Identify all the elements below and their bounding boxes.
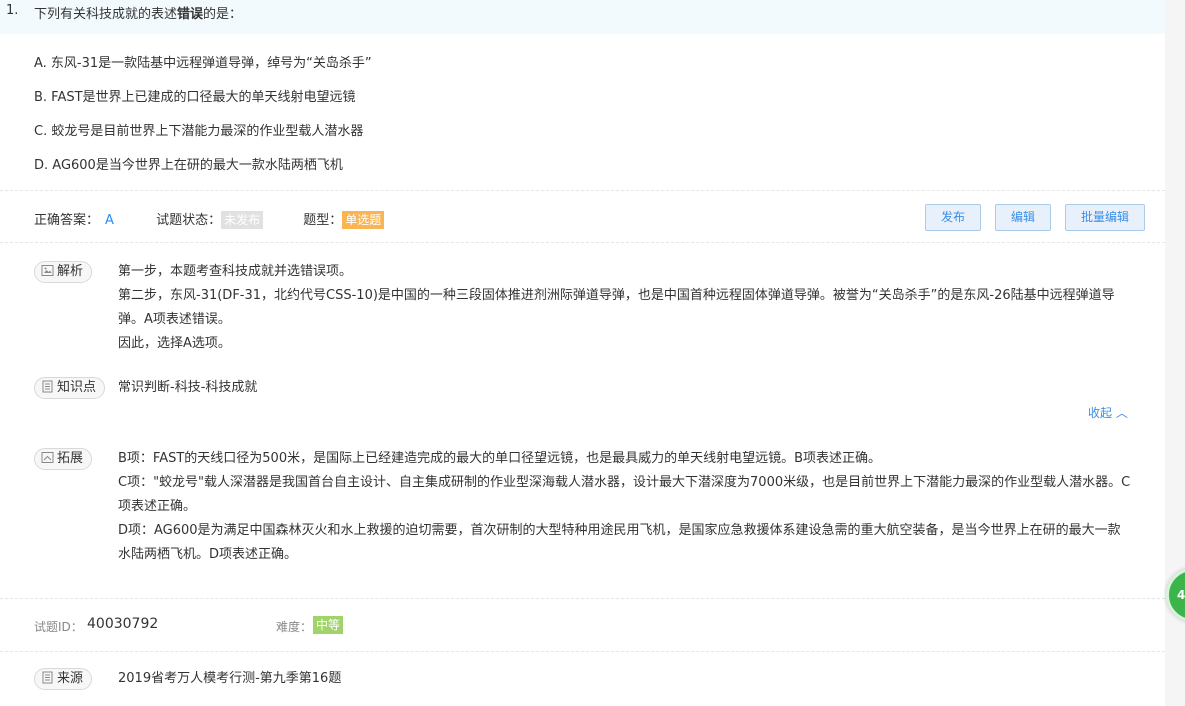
extension-content: B项：FAST的天线口径为500米，是国际上已经建造完成的最大的单口径望远镜，也… <box>118 447 1133 567</box>
edit-button[interactable]: 编辑 <box>995 204 1051 231</box>
analysis-line: 第二步，东风-31(DF-31，北约代号CSS-10)是中国的一种三段固体推进剂… <box>118 288 1115 327</box>
batch-edit-button[interactable]: 批量编辑 <box>1065 204 1145 231</box>
analysis-line: 第一步，本题考查科技成就并选错误项。 <box>118 264 353 279</box>
chevron-up-icon: ︿ <box>1115 406 1128 420</box>
divider <box>0 598 1165 599</box>
divider <box>0 190 1165 191</box>
analysis-content: 第一步，本题考查科技成就并选错误项。 第二步，东风-31(DF-31，北约代号C… <box>118 260 1133 356</box>
option-c: C. 蛟龙号是目前世界上下潜能力最深的作业型载人潜水器 <box>34 124 364 139</box>
source-tag: 来源 <box>34 668 93 690</box>
question-header: 1. 下列有关科技成就的表述错误的是： <box>0 0 1165 34</box>
question-id-label: 试题ID： <box>34 620 83 634</box>
difficulty-label: 难度： <box>276 620 313 634</box>
question-number: 1. <box>6 3 19 18</box>
option-a: A. 东风-31是一款陆基中远程弹道导弹，绰号为“关岛杀手” <box>34 56 372 71</box>
expand-icon <box>41 452 54 463</box>
analysis-tag: 解析 <box>34 261 93 283</box>
type-badge: 单选题 <box>342 211 385 229</box>
knowledge-tag: 知识点 <box>34 377 106 399</box>
option-d: D. AG600是当今世界上在研的最大一款水陆两栖飞机 <box>34 158 343 173</box>
extension-tag: 拓展 <box>34 448 93 470</box>
option-b: B. FAST是世界上已建成的口径最大的单天线射电望远镜 <box>34 90 356 105</box>
document-icon <box>42 671 53 684</box>
extension-line: D项：AG600是为满足中国森林灭火和水上救援的迫切需要，首次研制的大型特种用途… <box>118 523 1121 562</box>
knowledge-content: 常识判断-科技-科技成就 <box>118 380 258 395</box>
divider <box>0 651 1165 652</box>
extension-line: C项："蛟龙号"载人深潜器是我国首台自主设计、自主集成研制的作业型深海载人潜水器… <box>118 475 1131 514</box>
source-content: 2019省考万人模考行测-第九季第16题 <box>118 671 342 686</box>
answer-label: 正确答案： <box>34 213 100 228</box>
divider <box>0 242 1165 243</box>
analysis-line: 因此，选择A选项。 <box>118 336 231 351</box>
extension-line: B项：FAST的天线口径为500米，是国际上已经建造完成的最大的单口径望远镜，也… <box>118 451 882 466</box>
image-icon <box>41 265 54 276</box>
status-label: 试题状态： <box>156 213 222 228</box>
document-icon <box>42 380 53 393</box>
question-stem: 下列有关科技成就的表述错误的是： <box>34 7 243 22</box>
question-id-value: 40030792 <box>87 616 159 632</box>
meta-row: 正确答案： A 试题状态： 未发布 题型： 单选题 <box>34 209 385 229</box>
difficulty-badge: 中等 <box>313 616 344 634</box>
type-label: 题型： <box>303 213 343 228</box>
collapse-toggle[interactable]: 收起 ︿ <box>1088 404 1128 421</box>
status-badge: 未发布 <box>221 211 264 229</box>
answer-value: A <box>105 213 114 228</box>
publish-button[interactable]: 发布 <box>925 204 981 231</box>
